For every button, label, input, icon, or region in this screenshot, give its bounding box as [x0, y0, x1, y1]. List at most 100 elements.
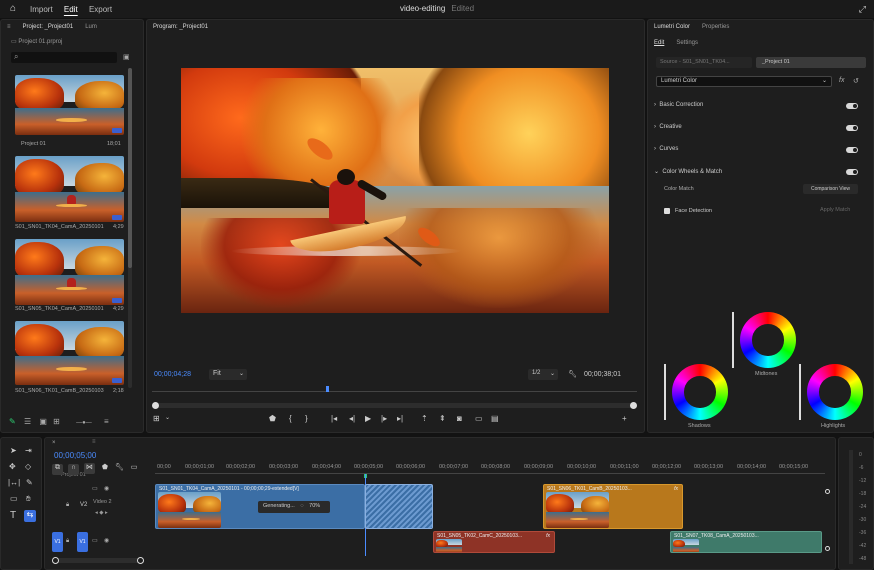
section-curves[interactable]: › Curves — [654, 146, 678, 152]
fullscreen-icon[interactable]: ⤢ — [859, 4, 866, 14]
timeline-close-icon[interactable]: × — [52, 440, 56, 446]
subtab-settings[interactable]: Settings — [676, 40, 698, 46]
tab-properties[interactable]: Properties — [702, 24, 729, 30]
settings-chevron-icon[interactable]: ⌄ — [165, 414, 170, 421]
rectangle-tool-icon[interactable]: ▭ — [10, 494, 18, 503]
program-video-frame[interactable] — [181, 68, 609, 313]
timeline-clip-v1-a[interactable]: S01_SN05_TK02_CamC_20250103... fx — [433, 531, 555, 553]
add-button-icon[interactable]: + — [622, 414, 627, 423]
track-label-v1[interactable]: V1 — [77, 532, 88, 552]
timeline-clip-v2-a[interactable]: S01_SN01_TK04_CamA_20250101 - 00;00;00;2… — [155, 484, 365, 529]
marker-icon[interactable]: ⬟ — [269, 414, 276, 423]
subtab-edit[interactable]: Edit — [654, 40, 664, 46]
panel-options-icon[interactable]: ≡ — [104, 417, 109, 426]
highlights-wheel[interactable] — [807, 364, 863, 420]
snap-icon[interactable]: ∩ — [67, 464, 79, 475]
v1-eye-icon[interactable]: ◉ — [104, 537, 109, 544]
timeline-menu-icon[interactable]: ≡ — [92, 439, 96, 445]
timeline-clip-v1-b[interactable]: S01_SN07_TK08_CamA_20250103... — [670, 531, 822, 553]
clip-thumbnail-4[interactable] — [15, 321, 124, 385]
tab-program[interactable]: Program: _Project01 — [153, 24, 208, 30]
playhead-timecode[interactable]: 00;00;04;28 — [154, 371, 191, 378]
pencil-icon[interactable]: ✎ — [9, 417, 16, 426]
resolution-dropdown[interactable]: 1/2 ⌄ — [528, 369, 558, 380]
razor-icon[interactable]: ◇ — [25, 462, 31, 471]
source-patch-v1[interactable]: V1 — [52, 532, 63, 552]
generative-extend-region[interactable] — [365, 484, 433, 529]
type-tool-icon[interactable]: T — [10, 510, 16, 521]
zoom-scrollbar[interactable] — [152, 402, 637, 409]
clip-thumbnail-2[interactable] — [15, 156, 124, 222]
compare-icon[interactable]: ▭ — [475, 414, 483, 423]
ripple-edit-icon[interactable]: ✥ — [9, 462, 16, 471]
v2-scroll-handle[interactable] — [825, 489, 830, 494]
v1-scroll-handle[interactable] — [825, 546, 830, 551]
go-to-in-icon[interactable]: |◂ — [331, 414, 337, 423]
slip-tool-icon[interactable]: |↔| — [8, 478, 20, 487]
apply-match-button[interactable]: Apply Match — [820, 207, 850, 213]
toggle-color-wheels[interactable] — [846, 169, 858, 175]
face-detection-checkbox[interactable] — [664, 208, 670, 214]
linked-select-icon[interactable]: ⋈ — [83, 463, 95, 474]
list-view-icon[interactable]: ☰ — [24, 417, 31, 426]
pen-tool-icon[interactable]: ✎ — [26, 478, 33, 487]
project-scrollbar[interactable] — [128, 68, 132, 388]
clip-thumbnail-3[interactable] — [15, 239, 124, 305]
selection-tool-icon[interactable]: ➤ — [10, 446, 17, 455]
hand-tool-icon[interactable]: ✋︎ — [26, 494, 31, 504]
track-label-v2[interactable]: V2 — [80, 502, 87, 508]
camera-icon[interactable]: ◙ — [457, 414, 462, 423]
mark-in-icon[interactable]: { — [289, 414, 292, 423]
wrench-icon[interactable]: 🔧︎ — [568, 370, 577, 378]
v1-lock-icon[interactable]: 🔒︎ — [66, 538, 69, 545]
panel-menu-icon[interactable]: ≡ — [7, 24, 11, 30]
timeline-settings-icon[interactable]: 🔧︎ — [115, 464, 124, 471]
shadows-wheel[interactable] — [672, 364, 728, 420]
fx-icon[interactable]: fx — [839, 77, 844, 84]
toggle-basic-correction[interactable] — [846, 103, 858, 109]
section-color-wheels[interactable]: ⌄ Color Wheels & Match — [654, 168, 722, 175]
multi-cam-icon[interactable]: ▤ — [491, 414, 499, 423]
search-input[interactable]: ⌕ — [11, 52, 117, 63]
mini-ruler[interactable] — [152, 386, 637, 392]
comparison-view-button[interactable]: Comparison View — [803, 184, 858, 194]
highlights-slider[interactable] — [799, 364, 801, 420]
generative-extend-icon[interactable]: ⇆ — [24, 510, 36, 522]
timeline-zoom-scrollbar[interactable] — [52, 557, 144, 564]
timeline-ruler[interactable]: 00;00 00;00;01;00 00;00;02;00 00;00;03;0… — [155, 462, 825, 474]
track-select-icon[interactable]: ⇥ — [25, 446, 32, 455]
clip-thumbnail-1[interactable] — [15, 75, 124, 135]
safe-margins-icon[interactable]: ⊞ — [153, 414, 160, 423]
timeline-clip-v2-b[interactable]: S01_SN06_TK01_CamB_20250103... fx — [543, 484, 683, 529]
toggle-creative[interactable] — [846, 125, 858, 131]
new-bin-icon[interactable]: ▣ — [123, 53, 130, 61]
lumetri-preset-dropdown[interactable]: Lumetri Color ⌄ — [656, 76, 832, 87]
icon-view-icon[interactable]: ▣ — [39, 417, 47, 426]
fit-dropdown[interactable]: Fit ⌄ — [209, 369, 247, 380]
lift-icon[interactable]: ⇡ — [421, 414, 428, 423]
tab-project[interactable]: Project: _Project01 — [23, 24, 74, 30]
play-icon[interactable]: ▶ — [365, 414, 371, 423]
go-to-out-icon[interactable]: ▸| — [397, 414, 403, 423]
keyframe-nav-icon[interactable]: ◂ ◆ ▸ — [95, 510, 108, 516]
nest-icon[interactable]: ⧉ — [52, 464, 63, 475]
v2-eye-icon[interactable]: ◉ — [104, 485, 109, 492]
v1-sync-lock-icon[interactable]: ▭ — [92, 537, 98, 544]
toggle-curves[interactable] — [846, 147, 858, 153]
section-basic-correction[interactable]: › Basic Correction — [654, 102, 703, 108]
extract-icon[interactable]: ⇞ — [439, 414, 446, 423]
mark-out-icon[interactable]: } — [305, 414, 308, 423]
timeline-timecode[interactable]: 00;00;05;00 — [54, 451, 96, 460]
zoom-slider[interactable]: —●— — [76, 420, 92, 426]
freeform-view-icon[interactable]: ⊞ — [53, 417, 60, 426]
add-marker-icon[interactable]: ⬟ — [102, 464, 108, 471]
source-clip-selector[interactable]: Source - S01_SN01_TK04... — [656, 57, 752, 68]
tab-lumetri-short[interactable]: Lum — [85, 24, 97, 30]
v2-sync-lock-icon[interactable]: ▭ — [92, 485, 98, 492]
step-back-icon[interactable]: ◂| — [349, 414, 355, 423]
step-forward-icon[interactable]: |▸ — [381, 414, 387, 423]
target-sequence-selector[interactable]: _Project 01 — [756, 57, 866, 68]
tab-lumetri-color[interactable]: Lumetri Color — [654, 24, 690, 30]
reset-icon[interactable]: ↺ — [853, 77, 859, 85]
midtones-wheel[interactable] — [740, 312, 796, 368]
